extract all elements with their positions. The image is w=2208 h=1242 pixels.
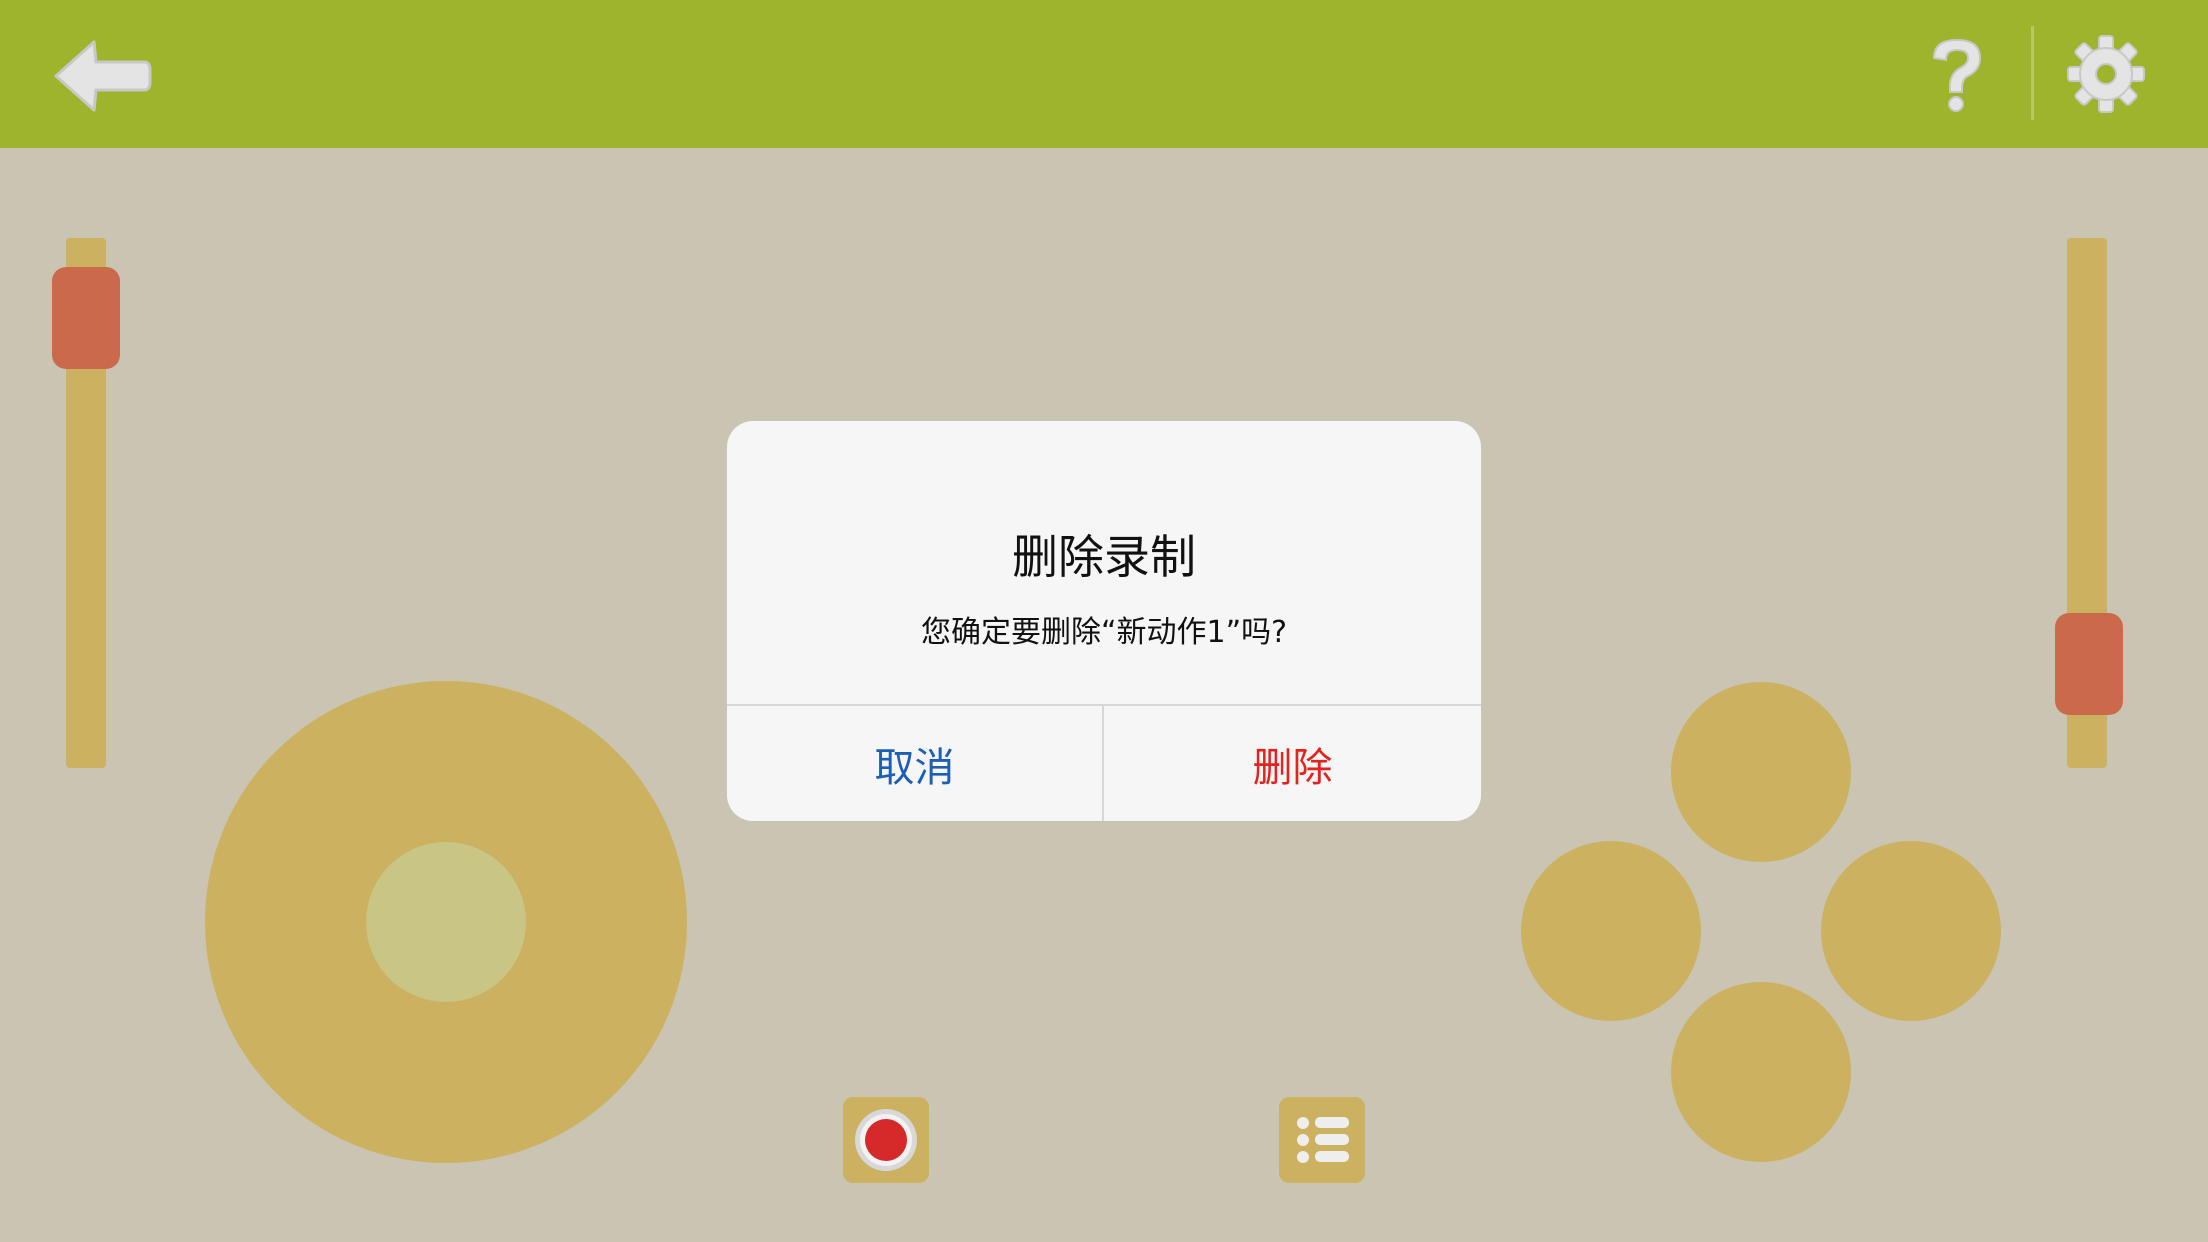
dialog-overlay: 删除录制 您确定要删除“新动作1”吗? 取消 删除 <box>0 0 2208 1242</box>
cancel-button[interactable]: 取消 <box>727 706 1102 821</box>
dialog-title: 删除录制 <box>1012 530 1196 584</box>
dialog-message: 您确定要删除“新动作1”吗? <box>920 615 1288 650</box>
delete-recording-dialog: 删除录制 您确定要删除“新动作1”吗? 取消 删除 <box>727 421 1481 821</box>
delete-button[interactable]: 删除 <box>1104 706 1481 821</box>
